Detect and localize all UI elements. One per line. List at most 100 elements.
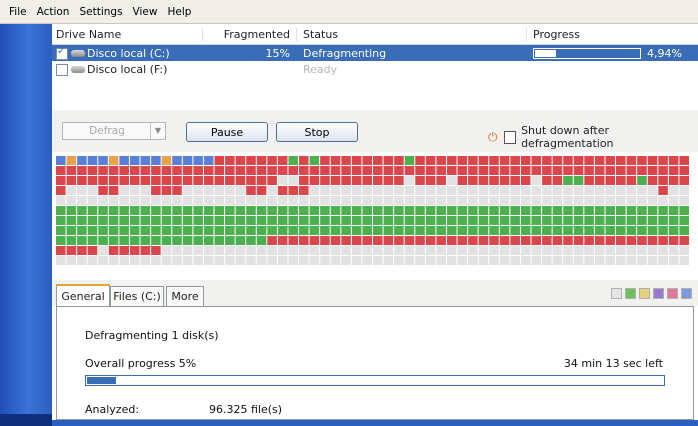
cluster-block [225, 216, 235, 225]
drive-f-checkbox[interactable] [56, 63, 68, 76]
drive-row-c[interactable]: Disco local (C:) 15% Defragmenting 4,94% [52, 45, 698, 61]
legend-swatch[interactable] [639, 288, 650, 299]
cluster-block [658, 246, 668, 255]
cluster-block [658, 236, 668, 245]
sidebar-footer [0, 414, 52, 426]
cluster-block [563, 196, 573, 205]
menu-view[interactable]: View [128, 6, 163, 18]
menu-settings[interactable]: Settings [74, 6, 127, 18]
cluster-block [658, 256, 668, 265]
header-fragmented[interactable]: Fragmented [202, 27, 296, 41]
header-drive-name[interactable]: Drive Name [52, 28, 202, 41]
drive-row-f[interactable]: Disco local (F:) Ready [52, 61, 698, 77]
cluster-block [151, 196, 161, 205]
pause-button[interactable]: Pause [186, 122, 268, 142]
cluster-block [404, 196, 415, 205]
cluster-block [478, 226, 489, 235]
cluster-block [151, 156, 161, 165]
cluster-block [457, 226, 468, 235]
cluster-block [584, 236, 594, 245]
cluster-block [637, 156, 647, 165]
shutdown-checkbox[interactable] [503, 130, 517, 144]
legend-swatch[interactable] [667, 288, 678, 299]
cluster-block [66, 156, 77, 165]
cluster-block [214, 216, 225, 225]
cluster-block [119, 176, 129, 185]
cluster-block [668, 166, 679, 175]
cluster-block [584, 186, 594, 195]
cluster-block [584, 216, 594, 225]
cluster-block [320, 256, 330, 265]
cluster-block [172, 246, 182, 255]
cluster-block [446, 246, 457, 255]
cluster-block [383, 166, 394, 175]
tab-more[interactable]: More [166, 286, 204, 306]
cluster-block [56, 196, 66, 205]
cluster-block [182, 246, 193, 255]
tab-general[interactable]: General [56, 284, 110, 306]
cluster-block [446, 226, 457, 235]
cluster-block [573, 206, 584, 215]
legend-swatch[interactable] [653, 288, 664, 299]
analyzed-label: Analyzed: [85, 403, 140, 416]
tab-files-c[interactable]: Files (C:) [110, 286, 164, 306]
legend-swatch[interactable] [611, 288, 622, 299]
cluster-block [330, 256, 341, 265]
legend-swatch[interactable] [681, 288, 692, 299]
menu-bar: File Action Settings View Help [0, 0, 698, 24]
drive-c-checkbox[interactable] [56, 46, 68, 60]
cluster-block [415, 206, 425, 215]
cluster-block [309, 186, 320, 195]
cluster-block [203, 166, 214, 175]
header-status[interactable]: Status [296, 27, 526, 41]
defrag-mode-select[interactable]: Defrag ▼ [62, 122, 166, 140]
stop-button[interactable]: Stop [276, 122, 358, 142]
cluster-block [446, 216, 457, 225]
cluster-block [299, 246, 309, 255]
cluster-block [404, 216, 415, 225]
menu-file[interactable]: File [4, 6, 32, 18]
cluster-block [330, 196, 341, 205]
chevron-down-icon[interactable]: ▼ [150, 123, 165, 139]
cluster-block [679, 206, 689, 215]
cluster-block [626, 256, 637, 265]
cluster-block [489, 206, 499, 215]
cluster-block [362, 226, 372, 235]
overall-progress-bar [85, 375, 665, 386]
drive-c-name: Disco local (C:) [87, 46, 170, 60]
cluster-block [499, 196, 510, 205]
cluster-block [87, 186, 98, 195]
cluster-block [647, 226, 658, 235]
cluster-block [647, 156, 658, 165]
cluster-block [77, 176, 87, 185]
cluster-block [140, 246, 151, 255]
cluster-block [584, 226, 594, 235]
cluster-block [256, 176, 267, 185]
cluster-block [499, 206, 510, 215]
cluster-block [457, 236, 468, 245]
cluster-block [362, 206, 372, 215]
header-progress[interactable]: Progress [526, 27, 698, 41]
cluster-block [341, 236, 351, 245]
cluster-block [87, 206, 98, 215]
cluster-block [520, 196, 531, 205]
cluster-block [668, 156, 679, 165]
cluster-block [499, 156, 510, 165]
cluster-block [277, 216, 288, 225]
cluster-block [225, 256, 235, 265]
menu-help[interactable]: Help [162, 6, 196, 18]
cluster-block [531, 166, 542, 175]
cluster-block [647, 186, 658, 195]
cluster-block [573, 246, 584, 255]
cluster-block [584, 166, 594, 175]
cluster-block [647, 206, 658, 215]
shutdown-label: Shut down after defragmentation [521, 124, 614, 150]
cluster-block [309, 166, 320, 175]
cluster-block [129, 186, 140, 195]
cluster-block [203, 226, 214, 235]
menu-action[interactable]: Action [32, 6, 75, 18]
cluster-block [66, 206, 77, 215]
legend-swatch[interactable] [625, 288, 636, 299]
cluster-block [637, 186, 647, 195]
cluster-block [626, 196, 637, 205]
